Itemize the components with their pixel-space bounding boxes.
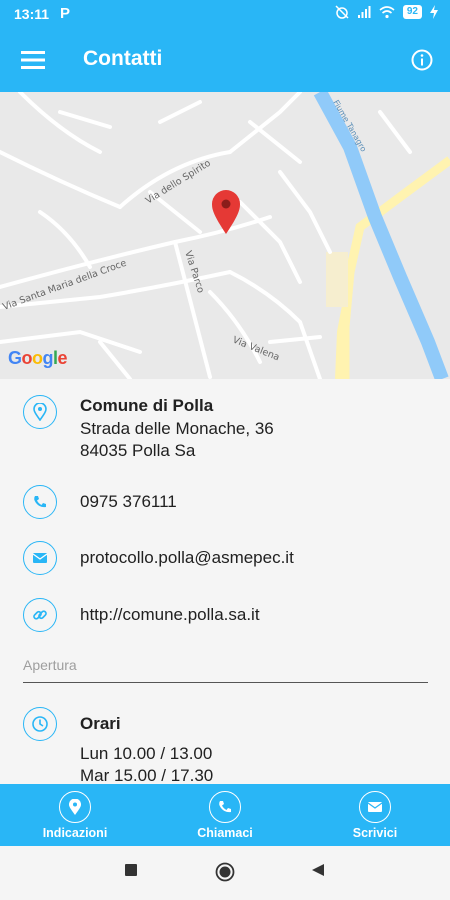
recents-icon[interactable] [124, 863, 138, 877]
place-icon [59, 791, 91, 823]
section-divider [23, 682, 428, 683]
directions-button[interactable]: Indicazioni [0, 784, 150, 846]
status-icons: 92 [335, 5, 438, 19]
notification-p-icon: P [60, 5, 71, 22]
phone-number[interactable]: 0975 376111 [80, 491, 177, 513]
home-icon[interactable] [215, 862, 235, 882]
email-icon [359, 791, 391, 823]
phone-icon [209, 791, 241, 823]
wifi-icon [379, 6, 395, 19]
hours-title: Orari [80, 714, 121, 733]
battery-icon: 92 [402, 5, 422, 19]
email-icon [23, 541, 57, 575]
call-label: Chiamaci [197, 826, 253, 840]
hours-line2: Mar 15.00 / 17.30 [80, 766, 214, 784]
clock-icon [23, 707, 57, 741]
phone-icon [23, 485, 57, 519]
write-label: Scrivici [352, 826, 398, 840]
status-bar: 13:11 P 92 [0, 0, 450, 28]
bottom-action-bar: Indicazioni Chiamaci Scrivici [0, 784, 450, 846]
link-icon [23, 598, 57, 632]
system-nav-bar [0, 846, 450, 900]
section-label-apertura: Apertura [23, 657, 77, 673]
write-button[interactable]: Scrivici [300, 784, 450, 846]
call-button[interactable]: Chiamaci [150, 784, 300, 846]
alarm-off-icon [335, 5, 349, 19]
place-icon [23, 395, 57, 429]
address-line2: 84035 Polla Sa [80, 441, 196, 460]
contact-details: Comune di Polla Strada delle Monache, 36… [0, 379, 450, 784]
contact-name: Comune di Polla [80, 396, 214, 415]
map-canvas[interactable]: Via dello Spirito Via Santa Maria della … [0, 92, 450, 379]
back-icon[interactable] [311, 863, 325, 877]
website-link[interactable]: http://comune.polla.sa.it [80, 604, 260, 626]
google-logo: Google [8, 348, 68, 368]
email-address[interactable]: protocollo.polla@asmepec.it [80, 547, 294, 569]
map-view[interactable]: Via dello Spirito Via Santa Maria della … [0, 92, 450, 379]
address-line1: Strada delle Monache, 36 [80, 419, 274, 438]
charging-icon [430, 5, 438, 19]
status-time: 13:11 [14, 6, 50, 22]
signal-icon [357, 6, 371, 18]
hours-line1: Lun 10.00 / 13.00 [80, 744, 213, 763]
info-icon[interactable] [410, 48, 434, 72]
directions-label: Indicazioni [42, 826, 108, 840]
menu-icon[interactable] [20, 48, 46, 72]
app-bar: Contatti [0, 28, 450, 92]
page-title: Contatti [83, 47, 163, 70]
